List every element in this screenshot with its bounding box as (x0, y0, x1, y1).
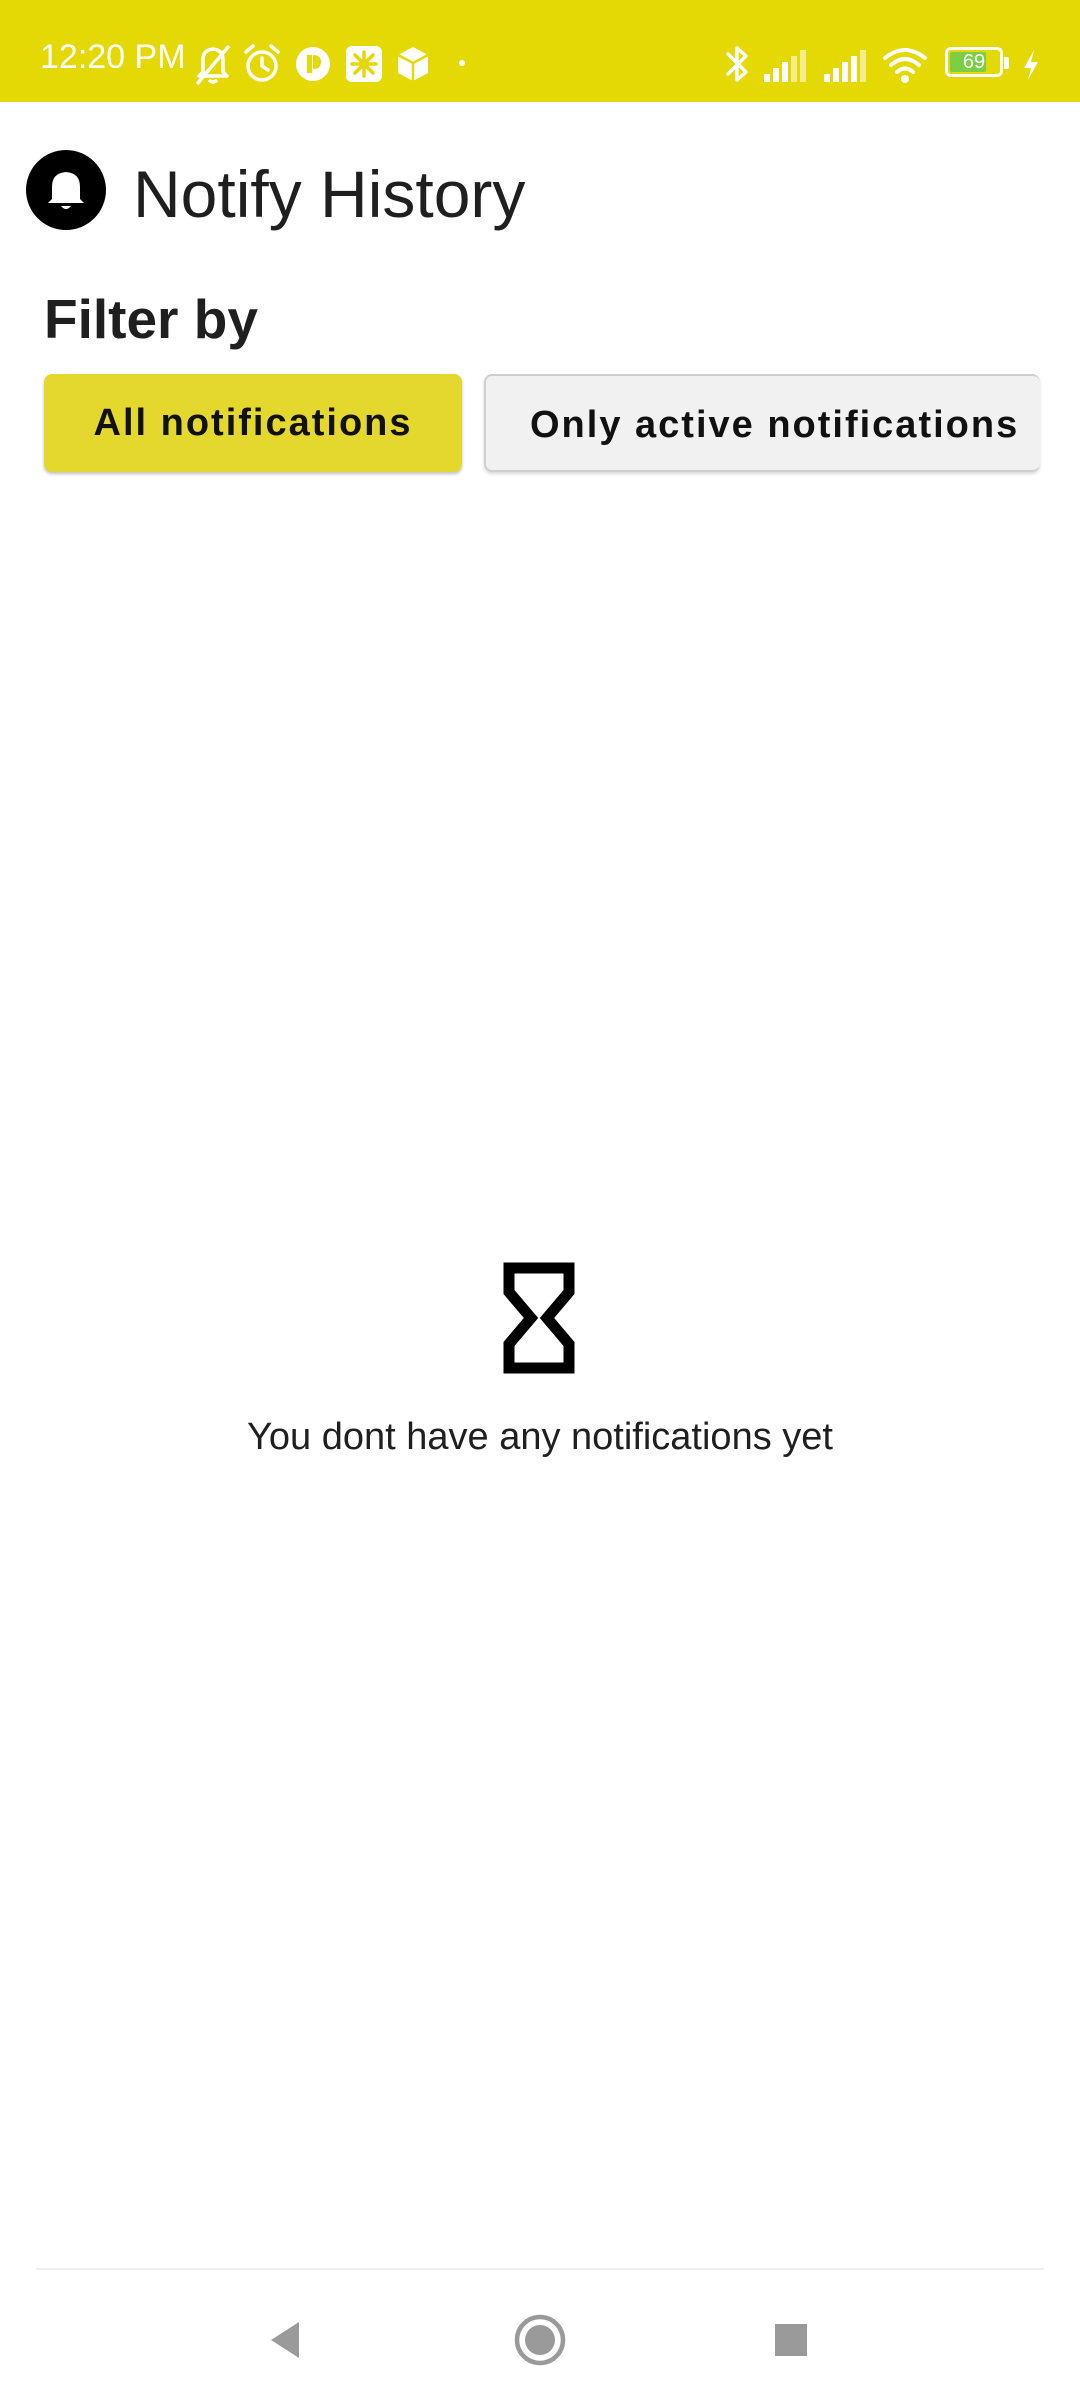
charging-icon (1024, 50, 1038, 80)
recents-icon (775, 2324, 807, 2356)
recents-button[interactable] (751, 2300, 831, 2380)
status-more-dot (459, 60, 465, 66)
home-icon (514, 2314, 566, 2366)
bell-off-icon (195, 44, 231, 86)
wifi-icon (883, 48, 927, 83)
back-button[interactable] (245, 2300, 325, 2380)
bell-icon (26, 150, 106, 230)
status-time: 12:20 PM (40, 38, 186, 76)
status-bar: 12:20 PM 69 (0, 0, 1080, 102)
signal-icon (824, 50, 866, 82)
filter-chip-only-active-notifications[interactable]: Only active notifications (484, 374, 1040, 472)
app-icon-asterisk (346, 46, 382, 82)
bluetooth-icon (726, 46, 748, 82)
home-button[interactable] (500, 2300, 580, 2380)
back-icon (271, 2322, 299, 2358)
nav-divider (36, 2268, 1044, 2270)
app-icon-p (296, 47, 330, 81)
alarm-icon (244, 44, 280, 82)
filter-label: Filter by (44, 288, 258, 350)
battery-icon: 69 (945, 47, 1009, 77)
page-title: Notify History (133, 157, 526, 231)
signal-icon (764, 50, 806, 82)
filter-chip-all-notifications[interactable]: All notifications (44, 374, 462, 472)
screen: 12:20 PM 69 Notify History Filter by All… (0, 0, 1080, 2400)
hourglass-icon (503, 1262, 575, 1374)
empty-state-message: You dont have any notifications yet (247, 1416, 833, 1458)
battery-level-text: 69 (962, 51, 986, 73)
package-icon (397, 47, 429, 81)
